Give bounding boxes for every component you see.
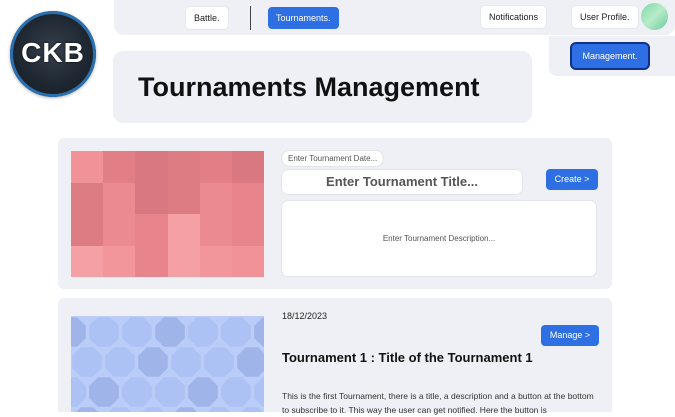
hexagon-shape bbox=[208, 407, 230, 412]
ckb-logo[interactable]: CKB bbox=[10, 11, 96, 97]
hexagon-shape bbox=[171, 347, 201, 377]
mosaic-tile bbox=[103, 245, 136, 277]
mosaic-tile bbox=[135, 182, 168, 214]
hexagon-shape bbox=[109, 407, 131, 412]
hexagon-shape bbox=[89, 317, 119, 347]
tournament-date: 18/12/2023 bbox=[282, 311, 328, 321]
tournament-title-input[interactable]: Enter Tournament Title... bbox=[282, 170, 522, 194]
mosaic-tile bbox=[71, 245, 104, 277]
hexagon-shape bbox=[122, 377, 152, 407]
mosaic-tile bbox=[103, 151, 136, 183]
nav-user-profile-button[interactable]: User Profile. bbox=[572, 6, 638, 28]
mosaic-tile bbox=[167, 245, 200, 277]
hexagon-shape bbox=[204, 347, 234, 377]
hexagon-shape bbox=[188, 377, 218, 407]
mosaic-tile bbox=[199, 151, 232, 183]
hexagon-shape bbox=[71, 377, 86, 407]
nav-battle-button[interactable]: Battle. bbox=[186, 7, 228, 29]
hexagon-shape bbox=[122, 317, 152, 347]
tournament-image-placeholder bbox=[71, 151, 264, 277]
hexagon-pattern bbox=[71, 317, 264, 412]
tournament-description: This is the first Tournament, there is a… bbox=[282, 391, 594, 415]
management-button[interactable]: Management. bbox=[572, 44, 648, 68]
mosaic-tile bbox=[231, 214, 264, 246]
hexagon-shape bbox=[105, 347, 135, 377]
hexagon-shape bbox=[89, 377, 119, 407]
hexagon-shape bbox=[241, 407, 263, 412]
nav-tournaments-button[interactable]: Tournaments. bbox=[268, 7, 339, 29]
logo-text: CKB bbox=[21, 37, 85, 68]
mosaic-tile bbox=[167, 151, 200, 183]
avatar[interactable] bbox=[641, 3, 668, 30]
mosaic-tile bbox=[71, 151, 104, 183]
mosaic-tile bbox=[103, 214, 136, 246]
mosaic-tile bbox=[231, 151, 264, 183]
mosaic-tile bbox=[167, 214, 200, 246]
tournament-date-input[interactable]: Enter Tournament Date... bbox=[282, 151, 384, 166]
tournament-image bbox=[71, 316, 264, 412]
hexagon-shape bbox=[72, 347, 102, 377]
mosaic-tile bbox=[103, 182, 136, 214]
mosaic-tile bbox=[167, 182, 200, 214]
hexagon-shape bbox=[221, 317, 251, 347]
mosaic-tile bbox=[135, 245, 168, 277]
hexagon-shape bbox=[76, 407, 98, 412]
mosaic-tile bbox=[71, 182, 104, 214]
hexagon-shape bbox=[254, 377, 264, 407]
mosaic-tile bbox=[231, 182, 264, 214]
hexagon-shape bbox=[155, 317, 185, 347]
hexagon-shape bbox=[155, 377, 185, 407]
hexagon-shape bbox=[142, 407, 164, 412]
hexagon-shape bbox=[138, 347, 168, 377]
hexagon-shape bbox=[175, 407, 197, 412]
hexagon-shape bbox=[221, 377, 251, 407]
hexagon-shape bbox=[254, 317, 264, 347]
mosaic-tile bbox=[199, 214, 232, 246]
nav-divider bbox=[250, 6, 251, 30]
mosaic-tile bbox=[199, 182, 232, 214]
hexagon-shape bbox=[237, 347, 264, 377]
manage-button[interactable]: Manage > bbox=[541, 325, 599, 346]
tournament-description-input[interactable]: Enter Tournament Description... bbox=[282, 201, 596, 276]
mosaic-tile bbox=[135, 214, 168, 246]
tournament-title: Tournament 1 : Title of the Tournament 1 bbox=[282, 350, 533, 365]
mosaic-tile bbox=[231, 245, 264, 277]
hexagon-shape bbox=[188, 317, 218, 347]
nav-notifications-button[interactable]: Notifications bbox=[481, 6, 547, 28]
mosaic-tile bbox=[199, 245, 232, 277]
mosaic-tile bbox=[135, 151, 168, 183]
create-button[interactable]: Create > bbox=[546, 169, 598, 190]
page-title: Tournaments Management bbox=[138, 72, 480, 102]
title-panel: Tournaments Management bbox=[113, 51, 532, 123]
hexagon-shape bbox=[71, 317, 86, 347]
mosaic-tile bbox=[71, 214, 104, 246]
